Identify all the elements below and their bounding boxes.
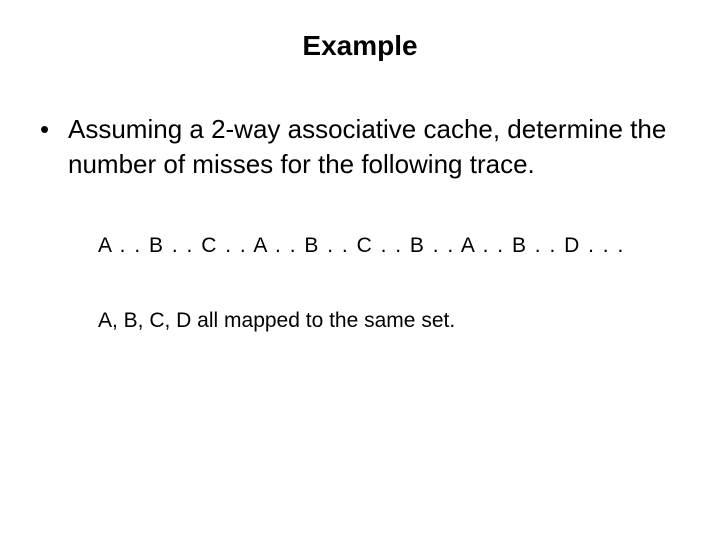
bullet-item: • Assuming a 2-way associative cache, de…: [40, 112, 680, 182]
mapping-note: A, B, C, D all mapped to the same set.: [98, 307, 680, 335]
bullet-text: Assuming a 2-way associative cache, dete…: [68, 112, 680, 182]
slide-title: Example: [40, 30, 680, 62]
bullet-mark: •: [40, 112, 68, 147]
trace-sequence: A . . B . . C . . A . . B . . C . . B . …: [98, 232, 680, 260]
slide: Example • Assuming a 2-way associative c…: [0, 0, 720, 540]
